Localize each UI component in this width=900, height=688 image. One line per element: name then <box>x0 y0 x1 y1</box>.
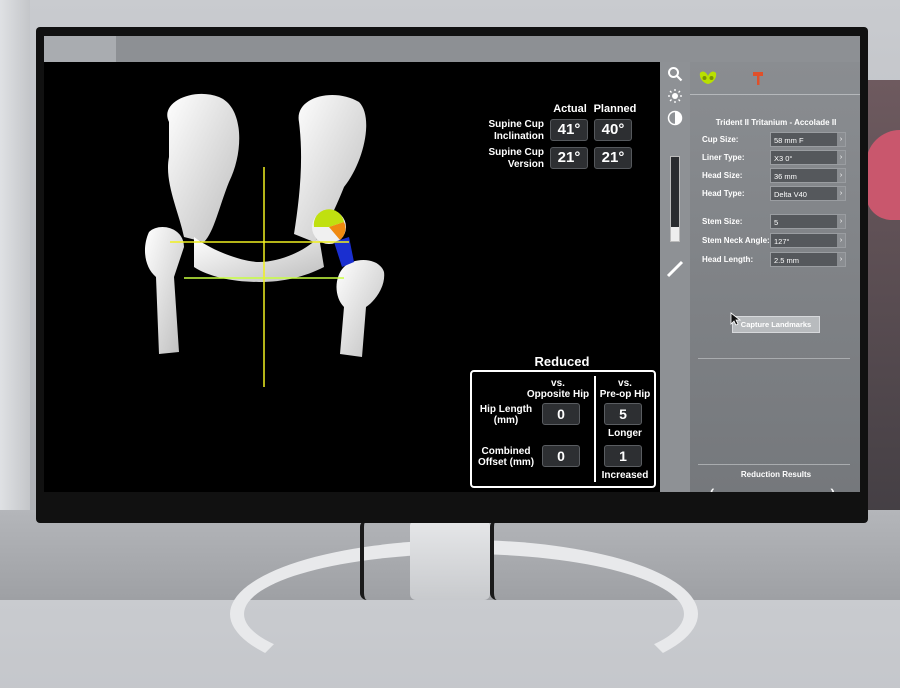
liner-type-field[interactable]: X3 0° › <box>770 150 846 165</box>
separator <box>698 358 850 359</box>
reduced-results-box: vs. Opposite Hip vs. Pre-op Hip Hip Leng… <box>470 370 656 488</box>
chevron-right-icon[interactable]: › <box>837 234 845 247</box>
separator <box>698 464 850 465</box>
cable <box>490 520 504 600</box>
header-planned: Planned <box>593 103 637 115</box>
pelvis-icon[interactable] <box>698 70 718 91</box>
capture-landmarks-button[interactable]: Capture Landmarks <box>732 316 820 333</box>
liner-type-label: Liner Type: <box>702 153 745 162</box>
stand-arm <box>410 520 490 600</box>
chevron-right-icon[interactable]: › <box>837 151 845 164</box>
tool-strip <box>660 62 690 492</box>
col-preop-header: vs. Pre-op Hip <box>599 378 651 400</box>
monitor-stand <box>300 520 600 600</box>
version-actual: 21° <box>550 147 588 169</box>
head-length-field[interactable]: 2.5 mm › <box>770 252 846 267</box>
contrast-icon[interactable] <box>666 110 684 128</box>
cup-size-label: Cup Size: <box>702 135 739 144</box>
head-type-field[interactable]: Delta V40 › <box>770 186 846 201</box>
head-size-label: Head Size: <box>702 171 743 180</box>
offset-vs-opposite: 0 <box>542 445 580 467</box>
search-icon[interactable] <box>666 66 684 84</box>
cup-size-field[interactable]: 58 mm F › <box>770 132 846 147</box>
slider-fill <box>671 227 679 241</box>
head-size-field[interactable]: 36 mm › <box>770 168 846 183</box>
contrast-slider[interactable] <box>670 156 680 242</box>
label-hip-length: Hip Length (mm) <box>479 404 533 426</box>
inclination-actual: 41° <box>550 119 588 141</box>
monitor-screen: Actual Planned Supine Cup Inclination 41… <box>44 36 860 492</box>
offset-vs-preop: 1 <box>604 445 642 467</box>
chevron-right-icon[interactable]: › <box>837 187 845 200</box>
hip-length-note: Longer <box>608 428 642 439</box>
header-actual: Actual <box>553 103 587 115</box>
stem-size-field[interactable]: 5 › <box>770 214 846 229</box>
chevron-left-icon[interactable]: ‹ <box>710 482 715 492</box>
stem-size-label: Stem Size: <box>702 217 743 226</box>
stem-neck-angle-label: Stem Neck Angle: <box>702 236 770 245</box>
panel-tabs <box>690 62 860 95</box>
top-bar-tab[interactable] <box>44 36 116 62</box>
reduced-title: Reduced <box>534 354 590 369</box>
stem-neck-angle-field[interactable]: 127° › <box>770 233 846 248</box>
label-combined-offset: Combined Offset (mm) <box>477 446 535 468</box>
ruler-icon[interactable] <box>666 260 684 278</box>
cable <box>360 520 374 600</box>
label-version: Supine Cup Version <box>488 147 544 170</box>
hip-length-vs-opposite: 0 <box>542 403 580 425</box>
mouse-cursor-icon <box>730 312 742 331</box>
head-type-label: Head Type: <box>702 189 745 198</box>
chevron-right-icon[interactable]: › <box>830 482 835 492</box>
top-bar <box>44 36 860 62</box>
reduction-results-label: Reduction Results <box>740 470 812 479</box>
hip-length-vs-preop: 5 <box>604 403 642 425</box>
head-length-label: Head Length: <box>702 255 754 264</box>
chevron-right-icon[interactable]: › <box>837 133 845 146</box>
label-inclination: Supine Cup Inclination <box>488 119 544 142</box>
chevron-right-icon[interactable]: › <box>837 215 845 228</box>
inclination-planned: 40° <box>594 119 632 141</box>
col-opposite-header: vs. Opposite Hip <box>526 378 590 400</box>
chevron-right-icon[interactable]: › <box>837 253 845 266</box>
implant-title: Trident II Tritanium - Accolade II <box>715 118 837 127</box>
implant-panel: Trident II Tritanium - Accolade II Cup S… <box>690 62 860 492</box>
monitor-bezel: Actual Planned Supine Cup Inclination 41… <box>36 27 868 523</box>
offset-note: Increased <box>601 470 649 481</box>
brightness-icon[interactable] <box>666 88 684 106</box>
chevron-right-icon[interactable]: › <box>837 169 845 182</box>
hammer-icon[interactable] <box>750 70 766 91</box>
version-planned: 21° <box>594 147 632 169</box>
